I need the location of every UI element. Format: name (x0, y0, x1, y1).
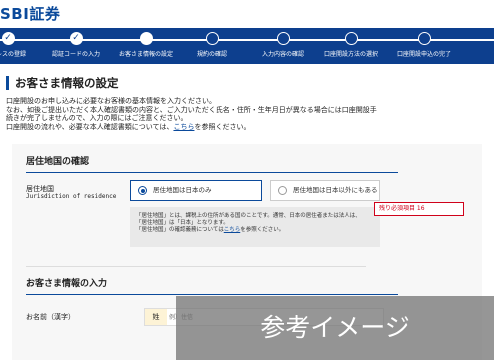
note-line: 「居住地国」は「日本」となります。 (136, 220, 229, 226)
note-text-segment: を参照ください。 (240, 227, 285, 233)
intro-text: 口座開設のお申し込みに必要なお客様の基本情報を入力ください。 なお、如後ご提出い… (6, 97, 476, 131)
radio-label: 居住地国は日本以外にもある (293, 186, 378, 194)
intro-line: 口座開設のお申し込みに必要なお客様の基本情報を入力ください。 (6, 97, 216, 105)
step-label: 認証コードの入力 (51, 51, 100, 58)
flow-info-link[interactable]: こちら (173, 123, 194, 131)
sbi-logo[interactable]: SBI証券 (0, 3, 60, 24)
note-line: 「居住地国」の確認義務についてはこちらを参照ください。 (136, 227, 374, 234)
note-text-segment: 「居住地国」の確認義務については (136, 227, 224, 233)
pending-step-dot (417, 32, 431, 45)
step-label: 口座開設申込の完了 (396, 51, 451, 58)
section-divider (26, 266, 366, 267)
residence-section-title: 居住地国の確認 (26, 154, 398, 173)
residence-info-link[interactable]: こちら (224, 227, 241, 233)
radio-label: 居住地国は日本のみ (153, 186, 212, 194)
current-step-dot (139, 32, 153, 45)
pending-step-dot (205, 32, 219, 45)
residence-note: 「居住地国」とは、課税上の住所がある国のことです。通常、日本の居住者または法人は… (130, 207, 380, 247)
customer-section-title: お客さま情報の入力 (26, 276, 398, 295)
intro-line: なお、如後ご提出いただく本人確認書類の内容と、ご入力いただく氏名・住所・生年月日… (6, 105, 377, 114)
intro-text-segment: を参照ください。 (194, 122, 251, 131)
residence-label: 居住地国 Jurisdiction of residence (26, 185, 116, 201)
step-auth-code: ✓ 認証コードの入力 (36, 32, 116, 58)
sei-label: 姓 (145, 309, 167, 325)
intro-text-segment: 口座開設の流れや、必要な本人確認書類については、 (6, 122, 174, 131)
remaining-required-badge: 残り必須項目 16 (374, 202, 464, 216)
reference-image-watermark: 参考イメージ (176, 296, 494, 360)
radio-other-countries[interactable]: 居住地国は日本以外にもある (270, 180, 380, 201)
residence-label-en: Jurisdiction of residence (26, 193, 117, 200)
pending-step-dot (344, 32, 358, 45)
radio-japan-only[interactable]: 居住地国は日本のみ (130, 180, 262, 201)
step-label: 規約の確認 (196, 51, 227, 58)
step-complete: 口座開設申込の完了 (384, 32, 464, 58)
intro-line: 口座開設の流れや、必要な本人確認書類については、こちらを参照ください。 (6, 123, 476, 132)
step-terms: 規約の確認 (172, 32, 252, 58)
step-label: 口座開設方法の選択 (323, 51, 378, 58)
intro-line: 続きが完了しませんので、入力の際にはご注意ください。 (6, 114, 188, 122)
check-icon: ✓ (1, 32, 15, 45)
note-line: 「居住地国」とは、課税上の住所がある国のことです。通常、日本の居住者または法人は… (136, 213, 361, 219)
radio-unselected-icon (278, 186, 287, 195)
pending-step-dot (276, 32, 290, 45)
header: SBI証券 (0, 0, 494, 28)
radio-selected-icon (138, 186, 147, 195)
step-opening-method: 口座開設方法の選択 (311, 32, 391, 58)
residence-label-jp: 居住地国 (26, 185, 54, 193)
name-kanji-label: お名前（漢字） (26, 313, 75, 321)
check-icon: ✓ (69, 32, 83, 45)
page-title: お客さま情報の設定 (6, 76, 119, 90)
progress-steps: ✓ ドレスの登録 ✓ 認証コードの入力 お客さま情報の設定 規約の確認 入力内容… (0, 28, 494, 64)
